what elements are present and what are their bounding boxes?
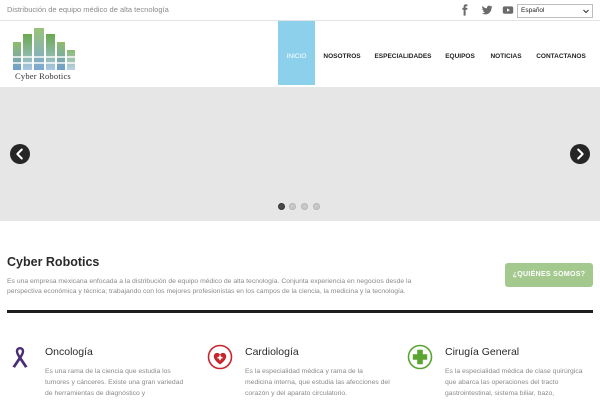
feature-text: Es la especialidad médica de clase quirú… — [445, 368, 583, 397]
feature-title: Oncología — [45, 346, 93, 358]
slider-dot-1[interactable] — [278, 203, 285, 210]
facebook-icon[interactable] — [459, 4, 471, 16]
youtube-icon[interactable] — [502, 4, 514, 16]
nav-item-inicio[interactable]: INICIO — [278, 21, 315, 85]
intro-title: Cyber Robotics — [7, 255, 100, 269]
nav-item-noticias[interactable]: NOTICIAS — [487, 21, 525, 85]
top-bar: Distribución de equipo médico de alta te… — [0, 0, 600, 21]
logo-mark-icon — [11, 28, 79, 70]
language-select[interactable]: Español — [517, 4, 593, 18]
language-select-value: Español — [521, 7, 545, 14]
slider-dot-4[interactable] — [313, 203, 320, 210]
nav-item-contactanos[interactable]: CONTACTANOS — [534, 21, 588, 85]
intro-text: Es una empresa mexicana enfocada a la di… — [7, 278, 412, 295]
ribbon-icon — [7, 344, 33, 370]
feature-text: Es una rama de la ciencia que estudia lo… — [45, 368, 184, 397]
nav-item-equipos[interactable]: EQUIPOS — [440, 21, 480, 85]
nav-item-nosotros[interactable]: NOSOTROS — [319, 21, 365, 85]
hero-slider — [0, 87, 600, 221]
slider-next-button[interactable] — [570, 144, 590, 164]
slider-dot-3[interactable] — [301, 203, 308, 210]
chevron-down-icon — [582, 7, 590, 15]
heart-plus-icon — [207, 344, 233, 370]
slider-prev-button[interactable] — [10, 144, 30, 164]
section-divider — [7, 310, 593, 313]
feature-title: Cardiología — [245, 346, 299, 358]
slider-dot-2[interactable] — [289, 203, 296, 210]
logo-text: Cyber Robotics — [15, 71, 71, 81]
medical-cross-icon — [407, 344, 433, 370]
nav-item-especialidades[interactable]: ESPECIALIDADES — [372, 21, 434, 85]
twitter-icon[interactable] — [481, 4, 493, 16]
feature-title: Cirugía General — [445, 346, 520, 358]
feature-text: Es la especialidad médica y rama de la m… — [245, 368, 390, 397]
chevron-left-icon — [16, 148, 23, 160]
tagline: Distribución de equipo médico de alta te… — [7, 5, 169, 14]
chevron-right-icon — [577, 148, 584, 160]
about-us-button[interactable]: ¿QUIÉNES SOMOS? — [505, 263, 593, 287]
site-header: Cyber Robotics INICIO NOSOTROS ESPECIALI… — [0, 21, 600, 87]
